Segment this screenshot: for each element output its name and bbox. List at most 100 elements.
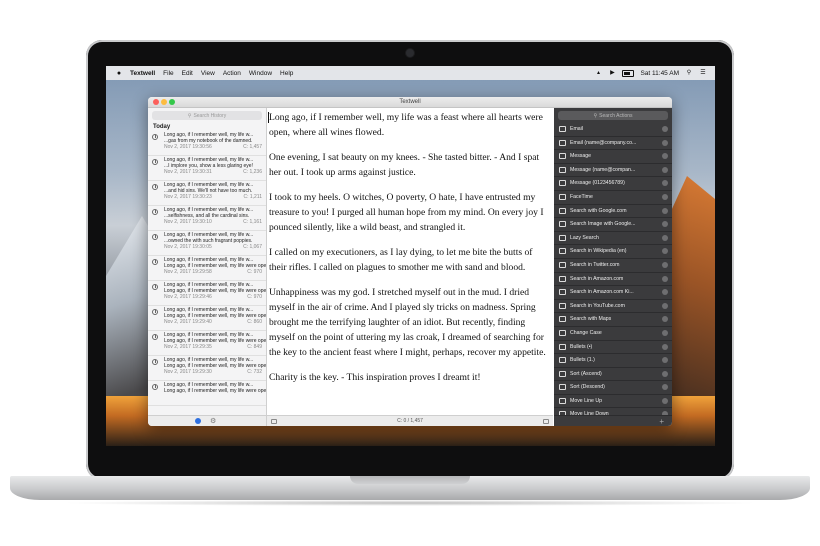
- info-icon[interactable]: [662, 329, 668, 336]
- info-icon[interactable]: [662, 153, 668, 160]
- action-item[interactable]: Email (name@company.co...: [554, 137, 672, 151]
- menu-action[interactable]: Action: [223, 70, 241, 77]
- minimize-window-button[interactable]: [161, 99, 167, 105]
- history-item[interactable]: Long ago, if I remember well, my life w.…: [148, 156, 266, 181]
- search-icon: [559, 302, 566, 309]
- menu-view[interactable]: View: [201, 70, 215, 77]
- info-icon[interactable]: [662, 384, 668, 391]
- menu-file[interactable]: File: [163, 70, 173, 77]
- volume-icon[interactable]: ▶: [608, 70, 616, 76]
- history-search-input[interactable]: ⚲ Search History: [152, 111, 262, 120]
- history-item-meta: Nov 2, 2017 19:29:58 C: 970: [164, 269, 266, 275]
- history-item-count: C: 1,161: [243, 219, 262, 225]
- action-item[interactable]: Email: [554, 123, 672, 137]
- history-item[interactable]: Long ago, if I remember well, my life w.…: [148, 206, 266, 231]
- info-icon[interactable]: [662, 166, 668, 173]
- history-filter-icon[interactable]: [195, 418, 201, 424]
- history-sidebar: ⚲ Search History Today Long ago, if I re…: [148, 108, 267, 415]
- info-icon[interactable]: [662, 397, 668, 404]
- action-label: Sort (Ascend): [570, 370, 602, 377]
- history-item-meta: Nov 2, 2017 19:30:56 C: 1,457: [164, 144, 266, 150]
- history-item[interactable]: Long ago, if I remember well, my life w.…: [148, 356, 266, 381]
- action-item[interactable]: Search in Twitter.com: [554, 259, 672, 273]
- action-item[interactable]: Search with Google.com: [554, 205, 672, 219]
- info-icon[interactable]: [662, 357, 668, 364]
- action-item[interactable]: Search in Amazon.com: [554, 273, 672, 287]
- action-item[interactable]: Search in Wikipedia (en): [554, 245, 672, 259]
- action-item[interactable]: Lazy Search: [554, 232, 672, 246]
- action-item[interactable]: Search Image with Google...: [554, 218, 672, 232]
- history-item[interactable]: Long ago, if I remember well, my life w.…: [148, 331, 266, 356]
- actions-sidebar: ⚲ Search Actions Email Email (name@compan…: [554, 108, 672, 415]
- history-item-meta: Nov 2, 2017 19:30:31 C: 1,236: [164, 169, 266, 175]
- history-item[interactable]: Long ago, if I remember well, my life w.…: [148, 381, 266, 406]
- info-icon[interactable]: [662, 139, 668, 146]
- history-item[interactable]: Long ago, if I remember well, my life w.…: [148, 306, 266, 331]
- history-item[interactable]: Long ago, if I remember well, my life w.…: [148, 231, 266, 256]
- action-item[interactable]: Message (0123456789): [554, 177, 672, 191]
- action-item[interactable]: Message (name@compan...: [554, 164, 672, 178]
- action-item[interactable]: Move Line Up: [554, 395, 672, 409]
- action-item[interactable]: Sort (Ascend): [554, 368, 672, 382]
- history-item-line1: Long ago, if I remember well, my life w.…: [164, 257, 254, 263]
- zoom-window-button[interactable]: [169, 99, 175, 105]
- action-item[interactable]: Search in YouTube.com: [554, 300, 672, 314]
- info-icon[interactable]: [662, 370, 668, 377]
- editor-paragraph[interactable]: Unhappiness was my god. I stretched myse…: [269, 285, 549, 360]
- info-icon[interactable]: [662, 261, 668, 268]
- action-item[interactable]: Message: [554, 150, 672, 164]
- history-item[interactable]: Long ago, if I remember well, my life w.…: [148, 181, 266, 206]
- editor-content[interactable]: Long ago, if I remember well, my life wa…: [267, 108, 553, 385]
- menu-help[interactable]: Help: [280, 70, 293, 77]
- info-icon[interactable]: [662, 193, 668, 200]
- editor-paragraph[interactable]: Charity is the key. - This inspiration p…: [269, 370, 549, 385]
- action-item[interactable]: Search with Maps: [554, 313, 672, 327]
- editor-paragraph[interactable]: Long ago, if I remember well, my life wa…: [269, 110, 549, 140]
- apple-icon[interactable]: ●: [114, 70, 124, 77]
- info-icon[interactable]: [662, 126, 668, 132]
- info-icon[interactable]: [662, 316, 668, 323]
- text-cursor: [268, 112, 269, 123]
- history-section-today: Today: [153, 124, 171, 130]
- action-item[interactable]: Bullets (1.): [554, 354, 672, 368]
- spotlight-icon[interactable]: ⚲: [685, 70, 693, 76]
- action-label: FaceTime: [570, 193, 593, 200]
- toggle-history-icon[interactable]: [271, 419, 277, 424]
- info-icon[interactable]: [662, 221, 668, 228]
- gear-icon[interactable]: ⚙: [210, 416, 216, 426]
- info-icon[interactable]: [662, 207, 668, 214]
- text-editor[interactable]: Long ago, if I remember well, my life wa…: [267, 108, 553, 415]
- editor-paragraph[interactable]: I took to my heels. O witches, O poverty…: [269, 190, 549, 235]
- action-item[interactable]: Change Case: [554, 327, 672, 341]
- menu-clock[interactable]: Sat 11:45 AM: [640, 70, 679, 77]
- info-icon[interactable]: [662, 275, 668, 282]
- info-icon[interactable]: [662, 234, 668, 241]
- wifi-icon[interactable]: ▴: [594, 70, 602, 76]
- action-item[interactable]: FaceTime: [554, 191, 672, 205]
- history-item-count: C: 732: [247, 369, 262, 375]
- menu-app-name[interactable]: Textwell: [130, 70, 155, 77]
- notification-center-icon[interactable]: ☰: [699, 70, 707, 76]
- history-item[interactable]: Long ago, if I remember well, my life w.…: [148, 131, 266, 156]
- editor-paragraph[interactable]: I called on my executioners, as I lay dy…: [269, 245, 549, 275]
- action-item[interactable]: Search in Amazon.com Ki...: [554, 286, 672, 300]
- battery-icon[interactable]: [622, 69, 635, 77]
- close-window-button[interactable]: [153, 99, 159, 105]
- history-item[interactable]: Long ago, if I remember well, my life w.…: [148, 281, 266, 306]
- add-action-button[interactable]: +: [659, 416, 664, 426]
- menu-window[interactable]: Window: [249, 70, 272, 77]
- actions-search-input[interactable]: ⚲ Search Actions: [558, 111, 668, 120]
- action-label: Message (0123456789): [570, 180, 625, 187]
- toggle-actions-icon[interactable]: [543, 419, 549, 424]
- menu-edit[interactable]: Edit: [182, 70, 193, 77]
- editor-paragraph[interactable]: One evening, I sat beauty on my knees. -…: [269, 150, 549, 180]
- action-item[interactable]: Sort (Descend): [554, 381, 672, 395]
- info-icon[interactable]: [662, 248, 668, 255]
- info-icon[interactable]: [662, 289, 668, 296]
- info-icon[interactable]: [662, 343, 668, 350]
- info-icon[interactable]: [662, 302, 668, 309]
- action-item[interactable]: Bullets (•): [554, 341, 672, 355]
- info-icon[interactable]: [662, 180, 668, 187]
- history-item[interactable]: Long ago, if I remember well, my life w.…: [148, 256, 266, 281]
- history-item-line1: Long ago, if I remember well, my life w.…: [164, 307, 254, 313]
